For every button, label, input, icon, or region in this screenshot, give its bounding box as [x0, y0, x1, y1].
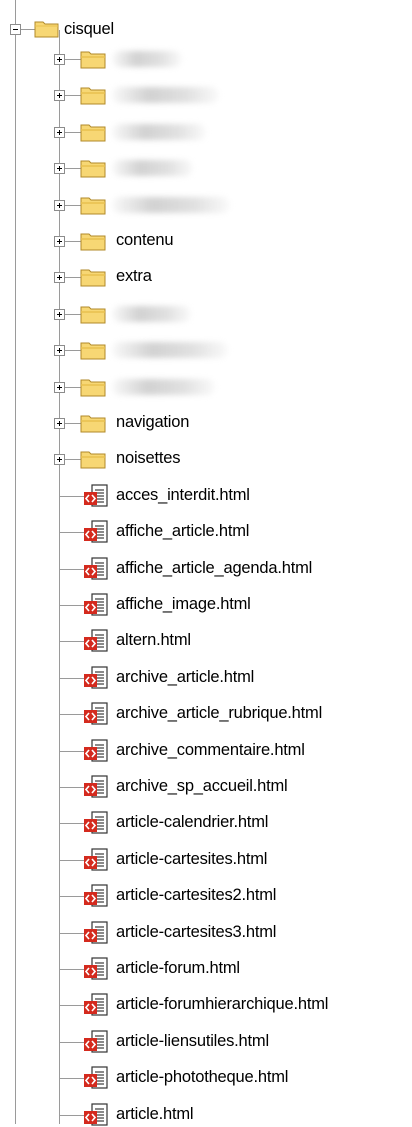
folder-icon [80, 197, 106, 215]
obscured-folder-label [112, 124, 206, 140]
expand-toggle-icon[interactable] [54, 90, 65, 101]
html-file-icon [84, 520, 108, 543]
tree-file-label: article-cartesites3.html [116, 923, 277, 941]
collapse-toggle-icon[interactable] [10, 24, 21, 35]
tree-file-label: affiche_article_agenda.html [116, 559, 313, 577]
tree-connector [59, 860, 85, 861]
html-file-icon [84, 775, 108, 798]
tree-connector [59, 1042, 85, 1043]
tree-file-label: archive_commentaire.html [116, 741, 305, 759]
html-file-icon [84, 848, 108, 871]
tree-connector [59, 496, 85, 497]
tree-file-label: archive_article.html [116, 668, 255, 686]
expand-toggle-icon[interactable] [54, 309, 65, 320]
tree-file-label: article-cartesites.html [116, 850, 268, 868]
expand-toggle-icon[interactable] [54, 54, 65, 65]
tree-file-label: article.html [116, 1105, 194, 1123]
expand-toggle-icon[interactable] [54, 454, 65, 465]
file-tree: cisquel contenu extra navigation noisettes a… [0, 0, 412, 1126]
tree-children-guide-line [59, 30, 60, 1124]
folder-icon [80, 160, 106, 178]
tree-file-label: article-forum.html [116, 959, 240, 977]
folder-icon [80, 269, 106, 287]
folder-icon [80, 379, 106, 397]
tree-file-label: article-liensutiles.html [116, 1032, 269, 1050]
tree-connector [59, 1005, 85, 1006]
tree-file-label: affiche_article.html [116, 522, 250, 540]
tree-folder-label: extra [116, 267, 152, 285]
html-file-icon [84, 957, 108, 980]
folder-icon [80, 87, 106, 105]
tree-connector [59, 641, 85, 642]
tree-connector [59, 605, 85, 606]
folder-icon [80, 342, 106, 360]
obscured-folder-label [112, 379, 215, 395]
html-file-icon [84, 484, 108, 507]
tree-connector [59, 787, 85, 788]
expand-toggle-icon[interactable] [54, 345, 65, 356]
tree-guide-line [15, 0, 16, 1124]
tree-connector [59, 751, 85, 752]
html-file-icon [84, 811, 108, 834]
html-file-icon [84, 1066, 108, 1089]
expand-toggle-icon[interactable] [54, 163, 65, 174]
tree-root-row[interactable]: cisquel [0, 12, 412, 46]
obscured-folder-label [112, 87, 219, 103]
html-file-icon [84, 1030, 108, 1053]
obscured-folder-label [112, 197, 230, 213]
html-file-icon [84, 702, 108, 725]
tree-folder-label: contenu [116, 231, 174, 249]
expand-toggle-icon[interactable] [54, 236, 65, 247]
folder-icon [80, 124, 106, 142]
tree-connector [59, 569, 85, 570]
expand-toggle-icon[interactable] [54, 418, 65, 429]
tree-root-label: cisquel [64, 20, 114, 38]
obscured-folder-label [112, 306, 191, 322]
tree-file-label: affiche_image.html [116, 595, 251, 613]
tree-connector [59, 823, 85, 824]
tree-connector [59, 969, 85, 970]
folder-icon [80, 306, 106, 324]
tree-file-label: acces_interdit.html [116, 486, 250, 504]
tree-connector [59, 678, 85, 679]
obscured-folder-label [112, 342, 228, 358]
tree-connector [59, 933, 85, 934]
folder-icon [80, 233, 106, 251]
tree-file-label: article-cartesites2.html [116, 886, 277, 904]
expand-toggle-icon[interactable] [54, 272, 65, 283]
tree-file-label: article-calendrier.html [116, 813, 269, 831]
folder-icon [80, 51, 106, 69]
folder-icon [80, 451, 106, 469]
expand-toggle-icon[interactable] [54, 200, 65, 211]
folder-icon [80, 415, 106, 433]
html-file-icon [84, 629, 108, 652]
html-file-icon [84, 993, 108, 1016]
tree-connector [59, 1115, 85, 1116]
html-file-icon [84, 1103, 108, 1126]
html-file-icon [84, 739, 108, 762]
tree-connector [59, 1078, 85, 1079]
html-file-icon [84, 666, 108, 689]
tree-folder-label: noisettes [116, 449, 181, 467]
tree-file-label: archive_sp_accueil.html [116, 777, 288, 795]
tree-folder-label: navigation [116, 413, 190, 431]
tree-file-label: article-forumhierarchique.html [116, 995, 329, 1013]
expand-toggle-icon[interactable] [54, 382, 65, 393]
folder-open-icon [34, 21, 59, 38]
tree-connector [59, 714, 85, 715]
expand-toggle-icon[interactable] [54, 127, 65, 138]
obscured-folder-label [112, 51, 182, 67]
html-file-icon [84, 884, 108, 907]
tree-file-label: archive_article_rubrique.html [116, 704, 323, 722]
obscured-folder-label [112, 160, 193, 176]
tree-connector [59, 532, 85, 533]
html-file-icon [84, 921, 108, 944]
html-file-icon [84, 557, 108, 580]
tree-file-label: article-phototheque.html [116, 1068, 289, 1086]
tree-connector [59, 896, 85, 897]
tree-file-label: altern.html [116, 631, 191, 649]
html-file-icon [84, 593, 108, 616]
